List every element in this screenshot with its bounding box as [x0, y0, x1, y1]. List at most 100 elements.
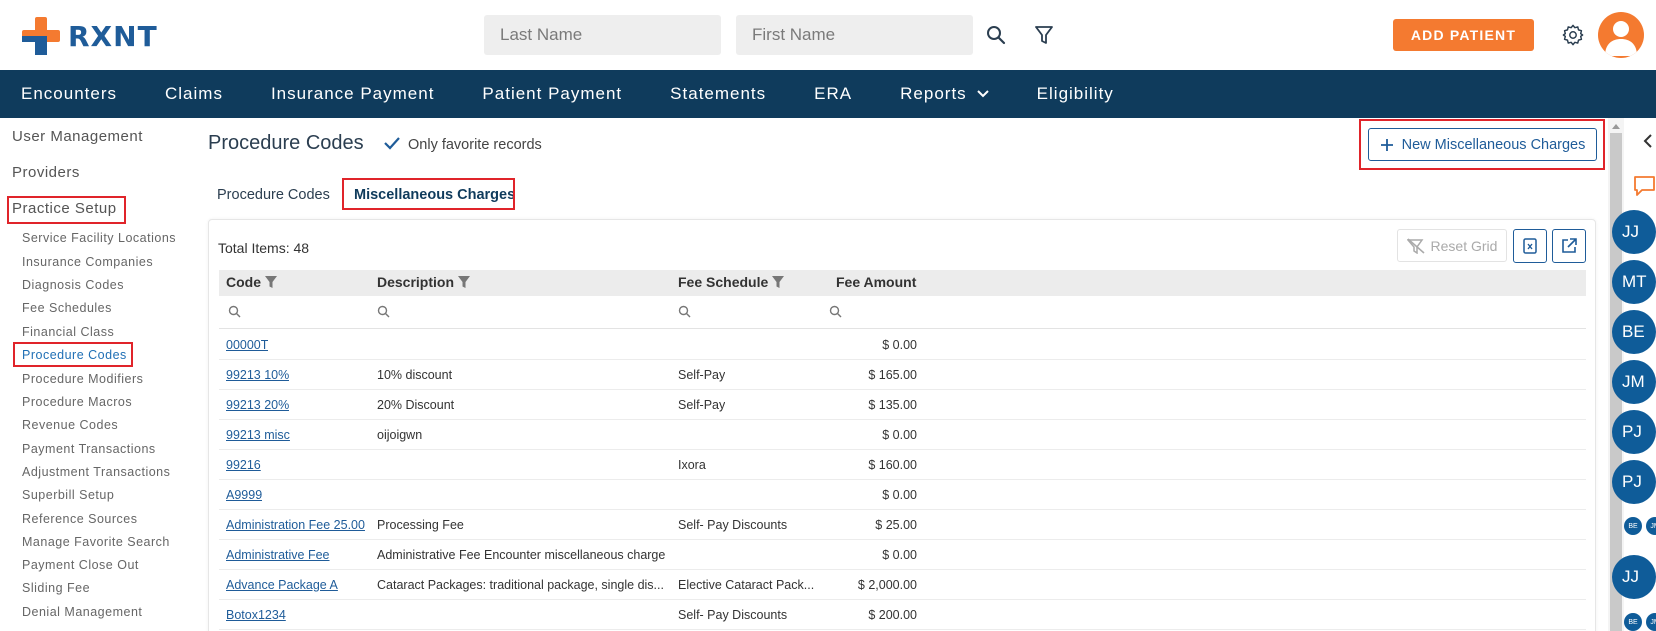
- export-excel-button[interactable]: [1513, 229, 1547, 263]
- user-avatar[interactable]: [1598, 12, 1644, 58]
- sidebar-item-user-management[interactable]: User Management: [12, 128, 143, 145]
- chat-user-bubble[interactable]: PJ: [1612, 460, 1656, 504]
- column-filter-icon[interactable]: [771, 275, 785, 289]
- rxnt-logo[interactable]: RXNT: [22, 16, 158, 56]
- column-header-fee-schedule[interactable]: Fee Schedule: [678, 274, 785, 290]
- sidebar-item-sliding-fee[interactable]: Sliding Fee: [22, 581, 90, 595]
- code-link[interactable]: 00000T: [226, 338, 268, 352]
- nav-insurance-payment[interactable]: Insurance Payment: [271, 84, 434, 104]
- code-link[interactable]: Advance Package A: [226, 578, 338, 592]
- add-patient-button[interactable]: ADD PATIENT: [1393, 19, 1534, 51]
- sidebar-item-denial-management[interactable]: Denial Management: [22, 605, 142, 619]
- rxnt-cross-icon: [22, 17, 60, 55]
- sidebar-item-revenue-codes[interactable]: Revenue Codes: [22, 418, 118, 432]
- scroll-up-arrow-icon[interactable]: [1611, 123, 1621, 130]
- chat-group-bubble[interactable]: BE: [1624, 613, 1642, 631]
- search-icon[interactable]: [377, 305, 390, 318]
- sidebar-item-payment-close-out[interactable]: Payment Close Out: [22, 558, 139, 572]
- top-header: RXNT ADD PATIENT: [0, 0, 1656, 70]
- favorite-checkbox-check-icon[interactable]: [383, 135, 401, 151]
- sidebar-item-manage-favorite-search[interactable]: Manage Favorite Search: [22, 535, 170, 549]
- nav-eligibility[interactable]: Eligibility: [1037, 84, 1114, 104]
- fee-amount-cell: $ 0.00: [882, 548, 917, 562]
- search-icon[interactable]: [985, 24, 1007, 46]
- chevron-left-icon[interactable]: [1643, 134, 1653, 148]
- search-icon[interactable]: [228, 305, 241, 318]
- code-link[interactable]: 99216: [226, 458, 261, 472]
- code-link[interactable]: 99213 20%: [226, 398, 289, 412]
- sidebar-item-payment-transactions[interactable]: Payment Transactions: [22, 442, 156, 456]
- gear-icon[interactable]: [1561, 23, 1585, 47]
- description-cell: Cataract Packages: traditional package, …: [377, 578, 664, 592]
- sidebar-item-fee-schedules[interactable]: Fee Schedules: [22, 301, 112, 315]
- fee-amount-cell: $ 135.00: [868, 398, 917, 412]
- highlight-box-procedure-codes: [13, 342, 133, 367]
- chat-group-bubble[interactable]: BE: [1624, 517, 1642, 535]
- fee-amount-cell: $ 0.00: [882, 428, 917, 442]
- chat-user-bubble[interactable]: JM: [1612, 360, 1656, 404]
- column-filter-icon[interactable]: [264, 275, 278, 289]
- sidebar-item-adjustment-transactions[interactable]: Adjustment Transactions: [22, 465, 170, 479]
- fee-schedule-cell: Self- Pay Discounts: [678, 608, 788, 622]
- sidebar-item-diagnosis-codes[interactable]: Diagnosis Codes: [22, 278, 124, 292]
- description-cell: oijoigwn: [377, 428, 423, 442]
- nav-reports[interactable]: Reports: [900, 84, 989, 104]
- code-link[interactable]: Administrative Fee: [226, 548, 330, 562]
- chat-icon[interactable]: [1633, 175, 1656, 197]
- search-icon[interactable]: [678, 305, 691, 318]
- chat-user-bubble[interactable]: PJ: [1612, 410, 1656, 454]
- sidebar-item-providers[interactable]: Providers: [12, 164, 80, 181]
- logo-text: RXNT: [68, 19, 158, 53]
- description-cell: 10% discount: [377, 368, 453, 382]
- code-link[interactable]: 99213 10%: [226, 368, 289, 382]
- column-filter-icon[interactable]: [457, 275, 471, 289]
- code-link[interactable]: Botox1234: [226, 608, 286, 622]
- highlight-box-practice-setup: [7, 196, 126, 224]
- column-header-code[interactable]: Code: [226, 274, 278, 290]
- chat-user-bubble[interactable]: MT: [1612, 260, 1656, 304]
- first-name-input[interactable]: [736, 15, 973, 55]
- code-link[interactable]: Administration Fee 25.00: [226, 518, 365, 532]
- description-cell: Administrative Fee Encounter miscellaneo…: [377, 548, 666, 562]
- description-cell: 20% Discount: [377, 398, 455, 412]
- description-cell: Processing Fee: [377, 518, 464, 532]
- fee-schedule-cell: Self-Pay: [678, 398, 726, 412]
- nav-claims[interactable]: Claims: [165, 84, 223, 104]
- column-header-fee-amount[interactable]: Fee Amount: [836, 274, 916, 290]
- export-button[interactable]: [1552, 229, 1586, 263]
- fee-schedule-cell: Self-Pay: [678, 368, 726, 382]
- sidebar-item-reference-sources[interactable]: Reference Sources: [22, 512, 138, 526]
- nav-statements[interactable]: Statements: [670, 84, 766, 104]
- nav-reports-label: Reports: [900, 84, 967, 103]
- last-name-input[interactable]: [484, 15, 721, 55]
- code-link[interactable]: 99213 misc: [226, 428, 290, 442]
- total-items: Total Items: 48: [218, 240, 310, 256]
- fee-amount-cell: $ 160.00: [868, 458, 917, 472]
- fee-amount-cell: $ 0.00: [882, 338, 917, 352]
- tab-procedure-codes[interactable]: Procedure Codes: [217, 187, 330, 203]
- excel-icon: [1523, 238, 1537, 254]
- chat-user-bubble[interactable]: JJ: [1612, 210, 1656, 254]
- sidebar-item-procedure-macros[interactable]: Procedure Macros: [22, 395, 132, 409]
- chat-user-bubble[interactable]: BE: [1612, 310, 1656, 354]
- sidebar-item-service-facility-locations[interactable]: Service Facility Locations: [22, 231, 176, 245]
- column-header-description[interactable]: Description: [377, 274, 471, 290]
- grid-filter-row: [219, 296, 1586, 329]
- code-link[interactable]: A9999: [226, 488, 262, 502]
- sidebar-item-superbill-setup[interactable]: Superbill Setup: [22, 488, 114, 502]
- fee-schedule-cell: Ixora: [678, 458, 706, 472]
- sidebar-item-insurance-companies[interactable]: Insurance Companies: [22, 255, 153, 269]
- chat-user-bubble[interactable]: JJ: [1612, 555, 1656, 599]
- filter-icon[interactable]: [1033, 24, 1055, 46]
- reset-grid-button[interactable]: Reset Grid: [1397, 229, 1507, 262]
- highlight-box-misc-tab: [342, 178, 515, 210]
- sidebar-item-financial-class[interactable]: Financial Class: [22, 325, 114, 339]
- sidebar-item-procedure-modifiers[interactable]: Procedure Modifiers: [22, 372, 143, 386]
- nav-era[interactable]: ERA: [814, 84, 852, 104]
- fee-amount-cell: $ 25.00: [875, 518, 917, 532]
- search-icon[interactable]: [829, 305, 842, 318]
- column-header-description-label: Description: [377, 274, 455, 290]
- only-favorite-label[interactable]: Only favorite records: [408, 137, 542, 153]
- nav-encounters[interactable]: Encounters: [21, 84, 117, 104]
- nav-patient-payment[interactable]: Patient Payment: [482, 84, 622, 104]
